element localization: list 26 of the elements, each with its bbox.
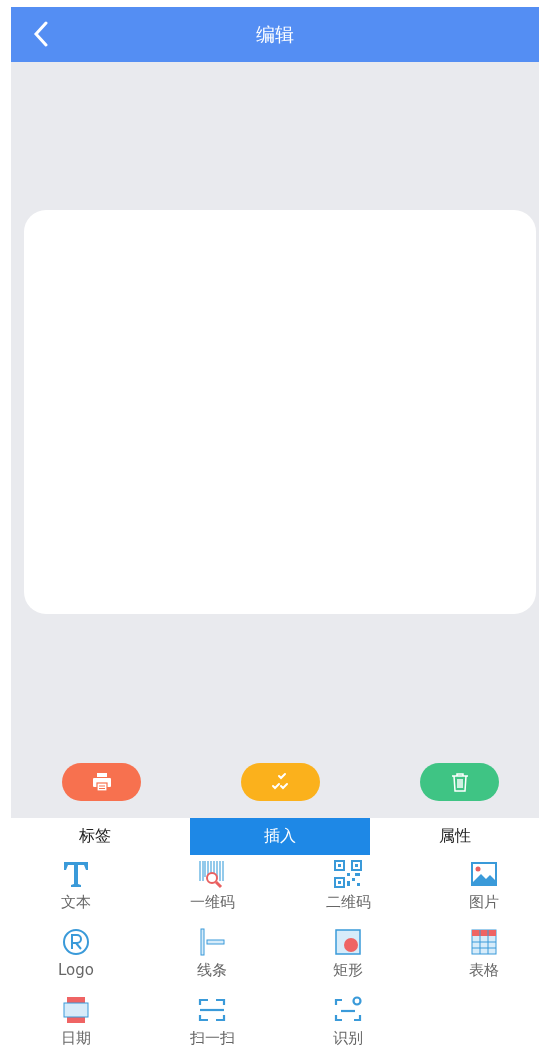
tool-label: Logo xyxy=(58,961,94,979)
tab[interactable]: 插入 xyxy=(190,818,370,855)
print-button[interactable] xyxy=(62,763,141,801)
delete-button[interactable] xyxy=(420,763,499,801)
letter-t-icon[interactable] xyxy=(61,859,91,889)
check-button[interactable] xyxy=(241,763,320,801)
image-icon[interactable] xyxy=(469,859,499,889)
barcode-icon[interactable] xyxy=(197,859,227,889)
calendar-icon[interactable] xyxy=(61,995,91,1025)
rectangle-icon[interactable] xyxy=(333,927,363,957)
registered-icon[interactable] xyxy=(61,927,91,957)
tool-label: 文本 xyxy=(61,893,91,912)
tool-label: 矩形 xyxy=(333,961,363,980)
tool-label: 图片 xyxy=(469,893,499,912)
tool-label: 识别 xyxy=(333,1029,363,1048)
tool-label: 扫一扫 xyxy=(189,1029,235,1048)
tool-label: 二维码 xyxy=(325,893,371,912)
line-icon[interactable] xyxy=(197,927,227,957)
table-icon[interactable] xyxy=(469,927,499,957)
back-icon[interactable] xyxy=(33,21,49,47)
qr-code-icon[interactable] xyxy=(333,859,363,889)
tool-label: 日期 xyxy=(61,1029,91,1048)
page-title: 编辑 xyxy=(256,21,294,47)
tool-label: 线条 xyxy=(197,961,227,980)
tool-label: 表格 xyxy=(469,961,499,980)
tool-label: 一维码 xyxy=(189,893,235,912)
